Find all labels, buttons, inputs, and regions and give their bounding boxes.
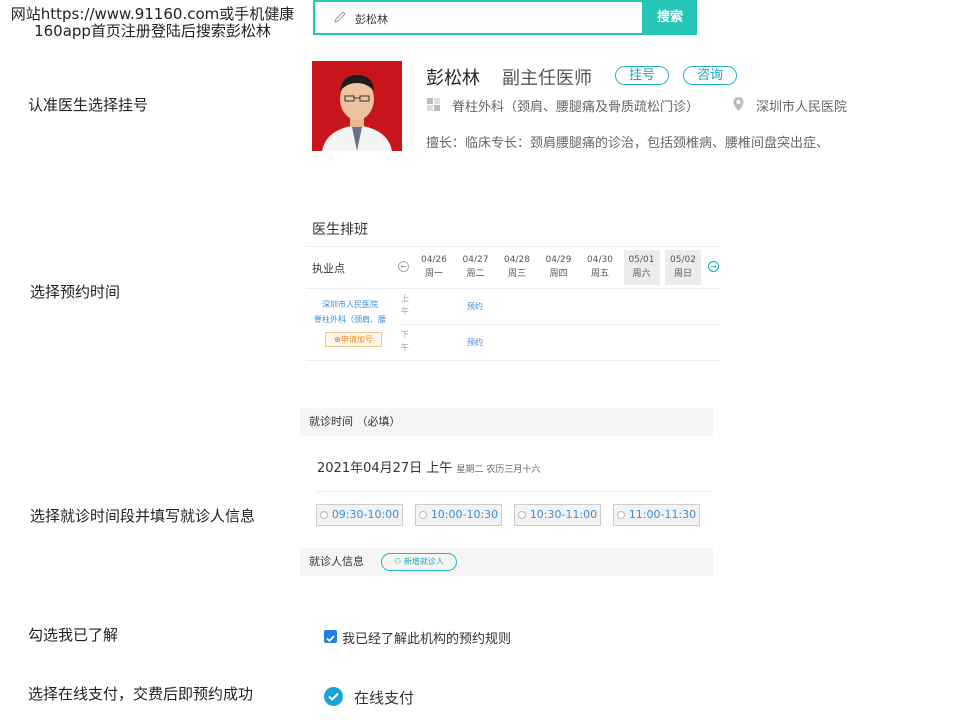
schedule-day-weekday: 周二 [466, 269, 485, 279]
schedule-day-date: 04/30 [587, 255, 613, 265]
schedule-day-weekday: 周三 [507, 269, 526, 279]
visit-time-header: 就诊时间 （必填） [300, 408, 713, 436]
register-button[interactable]: 挂号 [615, 66, 669, 85]
doctor-hospital: 深圳市人民医院 [756, 100, 848, 115]
step-caption-timeslot: 选择就诊时间段并填写就诊人信息 [30, 507, 256, 525]
radio-icon [616, 511, 625, 519]
schedule-day-weekday: 周五 [590, 269, 609, 279]
visit-date-sub: 星期二 农历三月十六 [456, 465, 541, 475]
doctor-name: 彭松林 [426, 68, 480, 89]
check-icon [326, 635, 335, 643]
schedule-day-date: 04/27 [462, 255, 489, 265]
step-caption-pay: 选择在线支付，交费后即预约成功 [28, 685, 254, 703]
add-patient-label: 新增就诊人 [403, 557, 444, 566]
agree-label[interactable]: 我已经了解此机构的预约规则 [342, 628, 511, 647]
pencil-icon [334, 11, 346, 23]
visit-date-main: 2021年04月27日 上午 [317, 461, 453, 476]
step-caption-agree: 勾选我已了解 [28, 626, 119, 644]
consult-button[interactable]: 咨询 [683, 66, 737, 85]
schedule-department-link[interactable]: 脊柱外科（颈肩、腰 [314, 314, 386, 325]
divider [306, 360, 720, 361]
time-slot-option[interactable]: 10:30-11:00 [514, 504, 601, 526]
prev-week-icon[interactable]: ← [398, 261, 409, 272]
time-slot-label: 10:00-10:30 [430, 508, 499, 521]
schedule-day-2: 04/28 周三 [499, 250, 535, 285]
check-icon [328, 692, 339, 701]
am-label: 上午 [401, 294, 409, 316]
schedule-day-date: 05/02 [670, 255, 696, 265]
patient-info-header: 就诊人信息 [300, 548, 713, 576]
schedule-day-date: 04/26 [421, 255, 447, 265]
radio-icon [418, 511, 427, 519]
doctor-department: 脊柱外科（颈肩、腰腿痛及骨质疏松门诊） [452, 100, 700, 115]
search-box[interactable] [313, 0, 644, 35]
radio-icon [517, 511, 526, 519]
divider [306, 288, 720, 289]
department-icon [427, 98, 440, 111]
doctor-title: 副主任医师 [502, 68, 592, 89]
location-icon [733, 97, 744, 111]
step-caption-schedule: 选择预约时间 [30, 283, 121, 301]
doctor-photo [312, 61, 402, 151]
step-caption-register: 认准医生选择挂号 [28, 96, 149, 114]
add-number-label: 申请加号 [340, 335, 373, 344]
schedule-day-5: 05/01 周六 [623, 250, 660, 285]
doctor-expertise: 擅长：临床专长：颈肩腰腿痛的诊治，包括颈椎病、腰椎间盘突出症、 [426, 136, 830, 151]
visit-date: 2021年04月27日 上午 星期二 农历三月十六 [317, 457, 540, 476]
step-caption-search: 网站https://www.91160.com或手机健康160app首页注册登陆… [10, 5, 295, 40]
schedule-day-weekday: 周四 [549, 269, 568, 279]
schedule-day-3: 04/29 周四 [541, 250, 577, 285]
divider [316, 491, 714, 492]
schedule-day-weekday: 周一 [424, 269, 443, 279]
online-payment-radio[interactable] [324, 687, 343, 706]
time-slot-label: 10:30-11:00 [529, 508, 598, 521]
site-label: 执业点 [312, 262, 345, 275]
radio-icon [319, 511, 328, 519]
schedule-day-date: 04/28 [504, 255, 530, 265]
agree-checkbox[interactable] [324, 630, 337, 643]
time-slot-label: 11:00-11:30 [628, 508, 697, 521]
schedule-day-4: 04/30 周五 [582, 250, 618, 285]
schedule-day-1: 04/27 周二 [458, 250, 494, 285]
schedule-day-date: 04/29 [545, 255, 572, 265]
book-link-pm[interactable]: 预约 [467, 337, 483, 348]
next-week-icon[interactable]: → [708, 261, 719, 272]
schedule-day-weekday: 周日 [673, 269, 692, 279]
search-button[interactable]: 搜索 [643, 0, 697, 35]
divider [400, 324, 720, 325]
schedule-day-weekday: 周六 [632, 269, 651, 279]
add-number-button[interactable]: ⊕申请加号 [325, 332, 382, 347]
schedule-day-6: 05/02 周日 [665, 250, 701, 285]
schedule-title: 医生排班 [312, 222, 368, 238]
search-input[interactable] [353, 8, 617, 30]
add-patient-button[interactable]: ⚇ 新增就诊人 [381, 553, 457, 571]
schedule-hospital-link[interactable]: 深圳市人民医院 [322, 299, 378, 310]
divider [306, 246, 720, 247]
time-slot-option[interactable]: 10:00-10:30 [415, 504, 502, 526]
pm-label: 下午 [401, 330, 409, 352]
time-slot-option[interactable]: 11:00-11:30 [613, 504, 700, 526]
online-payment-label[interactable]: 在线支付 [354, 687, 414, 708]
schedule-day-0: 04/26 周一 [416, 250, 452, 285]
book-link-am[interactable]: 预约 [467, 301, 483, 312]
schedule-day-date: 05/01 [628, 255, 655, 265]
time-slot-label: 09:30-10:00 [331, 508, 400, 521]
time-slot-option[interactable]: 09:30-10:00 [316, 504, 403, 526]
